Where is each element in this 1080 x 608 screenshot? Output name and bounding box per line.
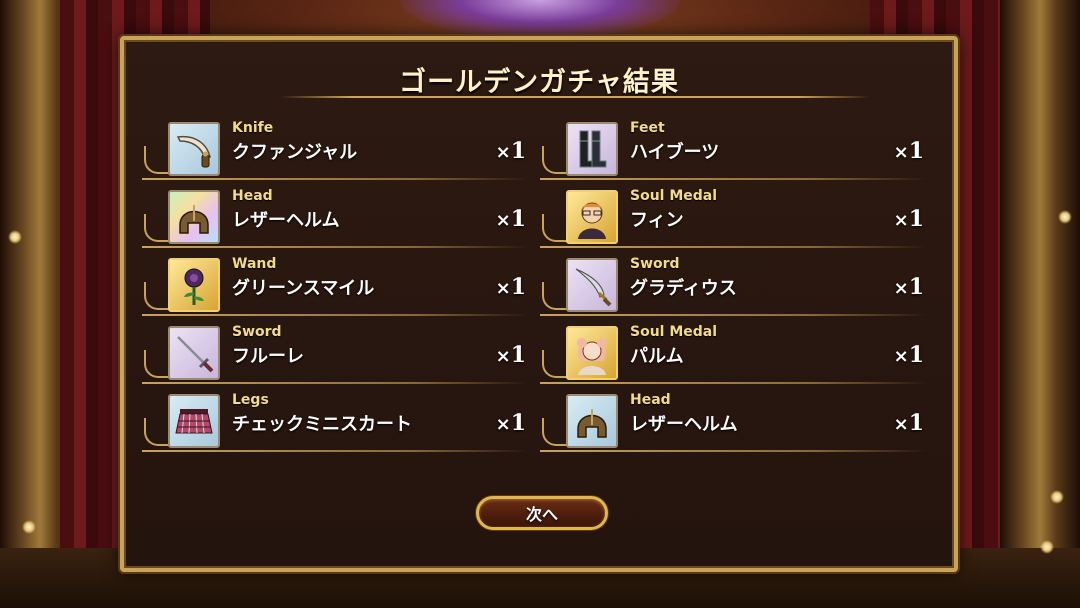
row-divider [540,450,926,452]
item-quantity: ×1 [495,274,526,300]
item-quantity: ×1 [893,138,924,164]
item-name: チェックミニスカート [232,414,412,435]
item-name: ハイブーツ [630,142,720,163]
sparkle [1050,490,1064,504]
corner-flourish [542,214,568,242]
result-item[interactable]: Soul Medal パルム ×1 [536,322,926,386]
row-divider [142,178,528,180]
sparkle [8,230,22,244]
row-divider [540,314,926,316]
row-divider [540,382,926,384]
boots-icon [566,122,618,176]
item-quantity: ×1 [495,342,526,368]
result-item[interactable]: Head レザーヘルム ×1 [138,186,528,250]
item-type: Feet [630,120,665,136]
item-name: グラディウス [630,278,737,299]
stage-ornament [400,0,680,40]
scimitar-icon [566,258,618,312]
item-name: フルーレ [232,346,304,367]
corner-flourish [144,418,170,446]
result-item[interactable]: Wand グリーンスマイル ×1 [138,254,528,318]
item-quantity: ×1 [495,206,526,232]
row-divider [142,450,528,452]
gacha-result-dialog: ゴールデンガチャ結果 Knife クファンジャル ×1 Feet ハイブーツ ×… [120,36,958,572]
row-divider [142,246,528,248]
item-name: パルム [630,346,684,367]
item-type: Soul Medal [630,188,718,204]
dialog-title: ゴールデンガチャ結果 [399,67,679,98]
sparkle [1040,540,1054,554]
skirt-icon [168,394,220,448]
corner-flourish [144,350,170,378]
next-button[interactable]: 次へ [476,496,608,530]
item-name: レザーヘルム [232,210,340,231]
result-item[interactable]: Soul Medal フィン ×1 [536,186,926,250]
item-type: Legs [232,392,269,408]
item-quantity: ×1 [495,410,526,436]
row-divider [142,314,528,316]
item-type: Knife [232,120,274,136]
corner-flourish [144,282,170,310]
item-type: Head [630,392,671,408]
rapier-icon [168,326,220,380]
result-item[interactable]: Knife クファンジャル ×1 [138,118,528,182]
helmet-icon [168,190,220,244]
corner-flourish [542,418,568,446]
item-name: クファンジャル [232,142,358,163]
item-type: Sword [232,324,282,340]
result-item[interactable]: Feet ハイブーツ ×1 [536,118,926,182]
item-type: Soul Medal [630,324,718,340]
corner-flourish [144,146,170,174]
row-divider [142,382,528,384]
corner-flourish [144,214,170,242]
result-item[interactable]: Sword フルーレ ×1 [138,322,528,386]
result-item[interactable]: Sword グラディウス ×1 [536,254,926,318]
title-divider [280,96,870,98]
result-item[interactable]: Head レザーヘルム ×1 [536,390,926,454]
row-divider [540,178,926,180]
right-pillar [1000,0,1080,608]
item-type: Head [232,188,273,204]
rose-wand-icon [168,258,220,312]
corner-flourish [542,350,568,378]
corner-flourish [542,146,568,174]
result-item[interactable]: Legs チェックミニスカート ×1 [138,390,528,454]
item-type: Sword [630,256,680,272]
sparkle [1058,210,1072,224]
sparkle [22,520,36,534]
soul-medal-portrait-icon [566,190,618,244]
item-quantity: ×1 [893,274,924,300]
item-quantity: ×1 [893,410,924,436]
item-name: フィン [630,210,684,231]
item-type: Wand [232,256,277,272]
item-name: レザーヘルム [630,414,738,435]
item-quantity: ×1 [893,206,924,232]
row-divider [540,246,926,248]
item-quantity: ×1 [893,342,924,368]
soul-medal-portrait-icon [566,326,618,380]
helmet-icon [566,394,618,448]
item-name: グリーンスマイル [232,278,375,299]
item-quantity: ×1 [495,138,526,164]
corner-flourish [542,282,568,310]
knife-icon [168,122,220,176]
